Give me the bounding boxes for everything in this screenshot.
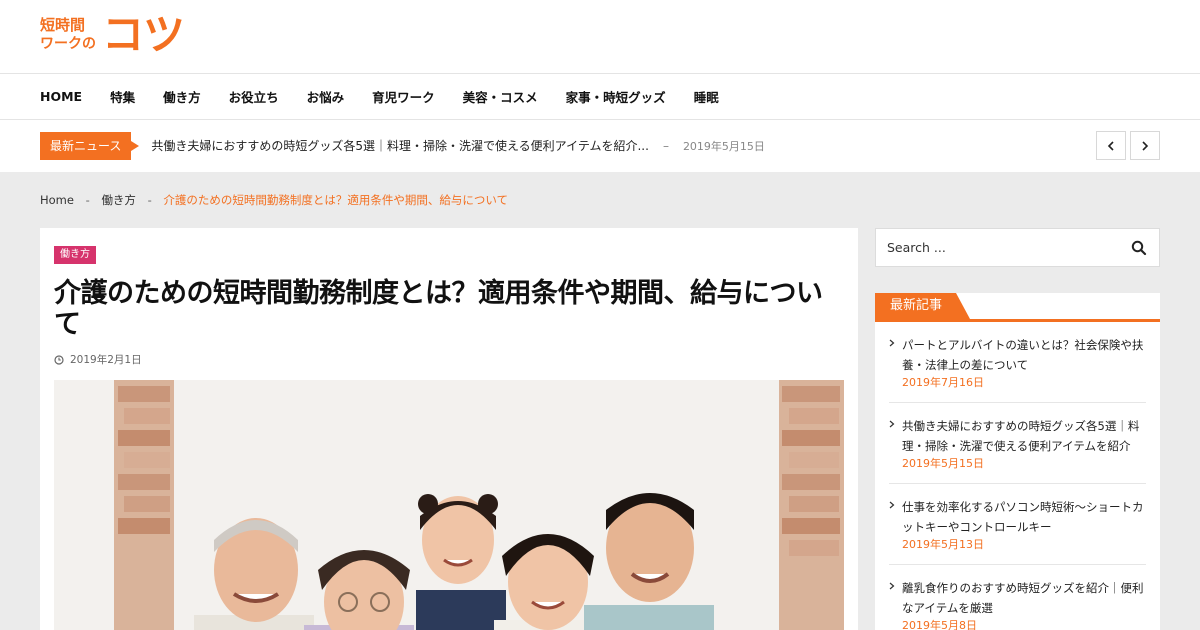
brick-pillar-right — [779, 380, 844, 630]
recent-posts-list: パートとアルバイトの違いとは？社会保険や扶養・法律上の差について 2019年7月… — [875, 322, 1160, 630]
post-date: 2019年5月13日 — [902, 538, 984, 551]
content-area: Home - 働き方 - 介護のための短時間勤務制度とは？適用条件や期間、給与に… — [0, 172, 1200, 630]
news-ticker: 最新ニュース 共働き夫婦におすすめの時短グッズ各5選｜料理・掃除・洗濯で使える便… — [0, 120, 1200, 171]
nav-item-housework[interactable]: 家事・時短グッズ — [566, 87, 666, 106]
post-title-link[interactable]: 離乳食作りのおすすめ時短グッズを紹介｜便利なアイテムを厳選 — [902, 581, 1144, 615]
breadcrumb-home[interactable]: Home — [40, 193, 74, 207]
logo-subtitle: 短時間 ワークの — [40, 16, 100, 54]
logo-main-text: コツ — [102, 10, 185, 59]
breadcrumb: Home - 働き方 - 介護のための短時間勤務制度とは？適用条件や期間、給与に… — [40, 192, 508, 208]
ticker-next-button[interactable] — [1130, 131, 1160, 160]
breadcrumb-current: 介護のための短時間勤務制度とは？適用条件や期間、給与について — [163, 193, 509, 207]
ticker-label: 最新ニュース — [40, 131, 140, 160]
site-header: 短時間 ワークの コツ — [0, 0, 1200, 74]
chevron-left-icon — [1107, 140, 1114, 151]
article: 働き方 介護のための短時間勤務制度とは？適用条件や期間、給与について 2019年… — [40, 228, 858, 630]
clock-icon — [54, 354, 64, 365]
article-date: 2019年2月1日 — [70, 354, 142, 366]
post-date: 2019年5月15日 — [902, 457, 984, 470]
search-icon[interactable] — [1131, 240, 1147, 256]
post-date: 2019年5月8日 — [902, 619, 977, 630]
chevron-right-icon — [889, 501, 895, 509]
list-item: 共働き夫婦におすすめの時短グッズ各5選｜料理・掃除・洗濯で使える便利アイテムを紹… — [889, 403, 1146, 484]
logo-line-2: ワークの — [40, 36, 96, 52]
ticker-headline[interactable]: 共働き夫婦におすすめの時短グッズ各5選｜料理・掃除・洗濯で使える便利アイテムを紹… — [151, 137, 649, 154]
chevron-right-icon — [889, 339, 895, 347]
article-title: 介護のための短時間勤務制度とは？適用条件や期間、給与について — [54, 278, 823, 340]
featured-image — [54, 380, 844, 630]
breadcrumb-separator: - — [85, 193, 90, 207]
nav-item-feature[interactable]: 特集 — [110, 87, 135, 106]
list-item: 仕事を効率化するパソコン時短術～ショートカットキーやコントロールキー 2019年… — [889, 484, 1146, 565]
post-title-link[interactable]: 共働き夫婦におすすめの時短グッズ各5選｜料理・掃除・洗濯で使える便利アイテムを紹… — [902, 419, 1139, 453]
logo-line-1: 短時間 — [40, 16, 86, 34]
search-input[interactable] — [876, 240, 1116, 255]
category-badge[interactable]: 働き方 — [54, 246, 96, 264]
nav-item-childcare-work[interactable]: 育児ワーク — [372, 87, 435, 106]
chevron-right-icon — [889, 582, 895, 590]
nav-item-sleep[interactable]: 睡眠 — [694, 87, 719, 106]
chevron-right-icon — [889, 420, 895, 428]
widget-header: 最新記事 — [875, 293, 1160, 322]
site-logo[interactable]: 短時間 ワークの コツ — [40, 12, 200, 60]
nav-item-workstyle[interactable]: 働き方 — [163, 87, 201, 106]
list-item: 離乳食作りのおすすめ時短グッズを紹介｜便利なアイテムを厳選 2019年5月8日 — [889, 565, 1146, 630]
breadcrumb-category[interactable]: 働き方 — [101, 193, 136, 207]
main-nav: HOME 特集 働き方 お役立ち お悩み 育児ワーク 美容・コスメ 家事・時短グ… — [0, 74, 1200, 120]
nav-item-beauty[interactable]: 美容・コスメ — [463, 87, 538, 106]
article-meta: 2019年2月1日 — [54, 352, 142, 367]
ticker-prev-button[interactable] — [1096, 131, 1126, 160]
post-title-link[interactable]: パートとアルバイトの違いとは？社会保険や扶養・法律上の差について — [902, 338, 1143, 372]
breadcrumb-separator: - — [147, 193, 152, 207]
family-photo — [54, 380, 844, 630]
ticker-date: 2019年5月15日 — [682, 139, 765, 153]
ticker-separator: – — [662, 138, 669, 153]
widget-title: 最新記事 — [875, 293, 971, 319]
search-form — [875, 228, 1160, 267]
nav-item-home[interactable]: HOME — [40, 89, 82, 104]
brick-pillar-left — [114, 380, 174, 630]
list-item: パートとアルバイトの違いとは？社会保険や扶養・法律上の差について 2019年7月… — [889, 322, 1146, 403]
chevron-right-icon — [1142, 140, 1149, 151]
recent-posts-widget: 最新記事 パートとアルバイトの違いとは？社会保険や扶養・法律上の差について 20… — [875, 293, 1160, 630]
nav-item-useful[interactable]: お役立ち — [229, 87, 279, 106]
nav-item-worries[interactable]: お悩み — [307, 87, 345, 106]
post-title-link[interactable]: 仕事を効率化するパソコン時短術～ショートカットキーやコントロールキー — [902, 500, 1144, 534]
post-date: 2019年7月16日 — [902, 376, 984, 389]
